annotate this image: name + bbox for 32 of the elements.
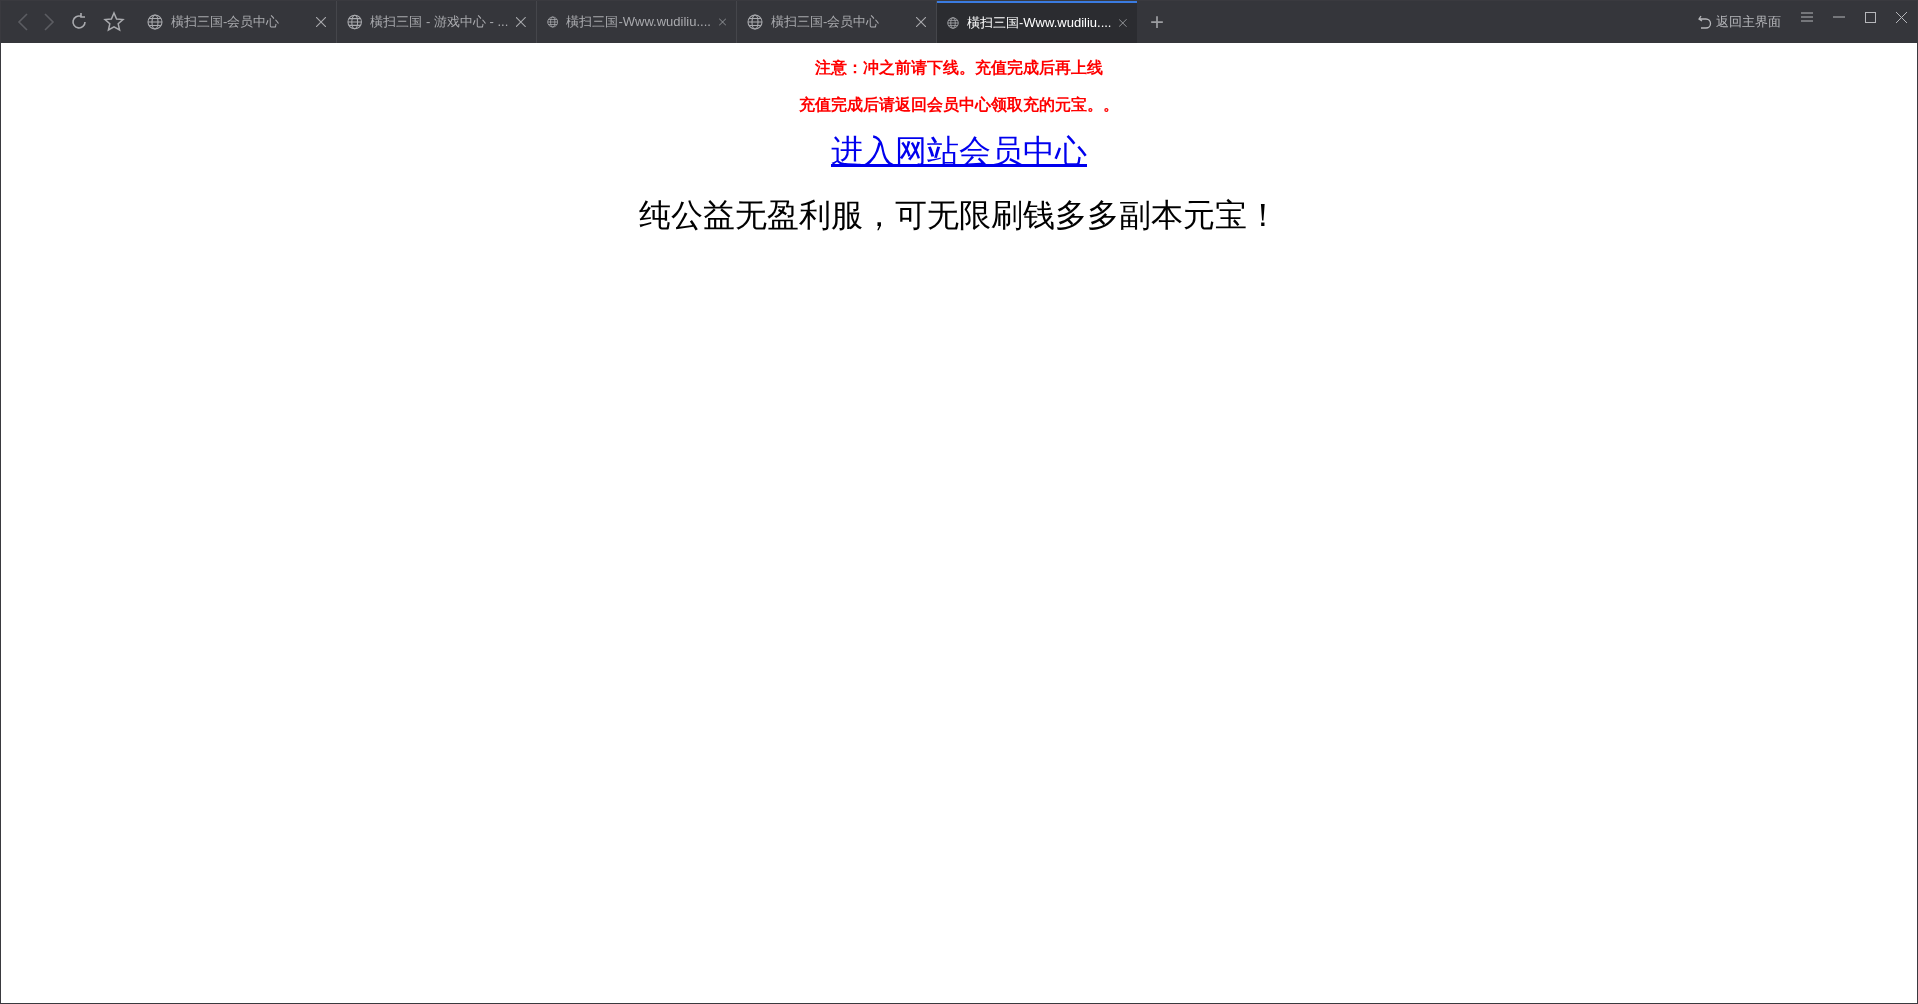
browser-tab[interactable]: 橫扫三国-Www.wudiliu.... xyxy=(937,1,1137,43)
reload-icon[interactable] xyxy=(69,12,89,32)
browser-tab[interactable]: 橫扫三国 - 游戏中心 - ... xyxy=(337,1,537,43)
member-center-link[interactable]: 进入网站会员中心 xyxy=(831,127,1087,175)
close-icon[interactable] xyxy=(516,17,526,27)
tab-title: 橫扫三国-Www.wudiliu.... xyxy=(566,13,711,32)
close-icon[interactable] xyxy=(1896,11,1907,23)
tab-title: 橫扫三国-会员中心 xyxy=(771,13,881,32)
globe-icon xyxy=(347,14,363,30)
globe-icon xyxy=(747,14,763,30)
star-icon[interactable] xyxy=(103,11,125,33)
close-icon[interactable] xyxy=(916,17,926,27)
close-icon[interactable] xyxy=(718,17,726,27)
tab-title: 橫扫三国-会员中心 xyxy=(171,13,281,32)
notice-text: 充值完成后请返回会员中心领取充的元宝。。 xyxy=(799,94,1119,116)
browser-tab[interactable]: 橫扫三国-会员中心 xyxy=(137,1,337,43)
home-label: 返回主界面 xyxy=(1716,13,1781,32)
close-icon[interactable] xyxy=(1119,18,1127,28)
globe-icon xyxy=(147,14,163,30)
tab-title: 橫扫三国-Www.wudiliu.... xyxy=(967,14,1112,33)
tab-title: 橫扫三国 - 游戏中心 - ... xyxy=(370,13,509,32)
notice-text: 注意：冲之前请下线。充值完成后再上线 xyxy=(815,57,1103,79)
close-icon[interactable] xyxy=(316,17,326,27)
browser-tab[interactable]: 橫扫三国-Www.wudiliu.... xyxy=(537,1,737,43)
globe-icon xyxy=(947,15,959,31)
maximize-icon[interactable] xyxy=(1865,11,1876,23)
menu-icon[interactable] xyxy=(1801,12,1813,22)
new-tab-button[interactable]: + xyxy=(1137,1,1177,43)
globe-icon xyxy=(547,14,559,30)
headline-text: 纯公益无盈利服，可无限刷钱多多副本元宝！ xyxy=(639,195,1279,236)
home-button[interactable]: 返回主界面 xyxy=(1698,12,1781,32)
return-arrow-icon xyxy=(1698,15,1712,29)
